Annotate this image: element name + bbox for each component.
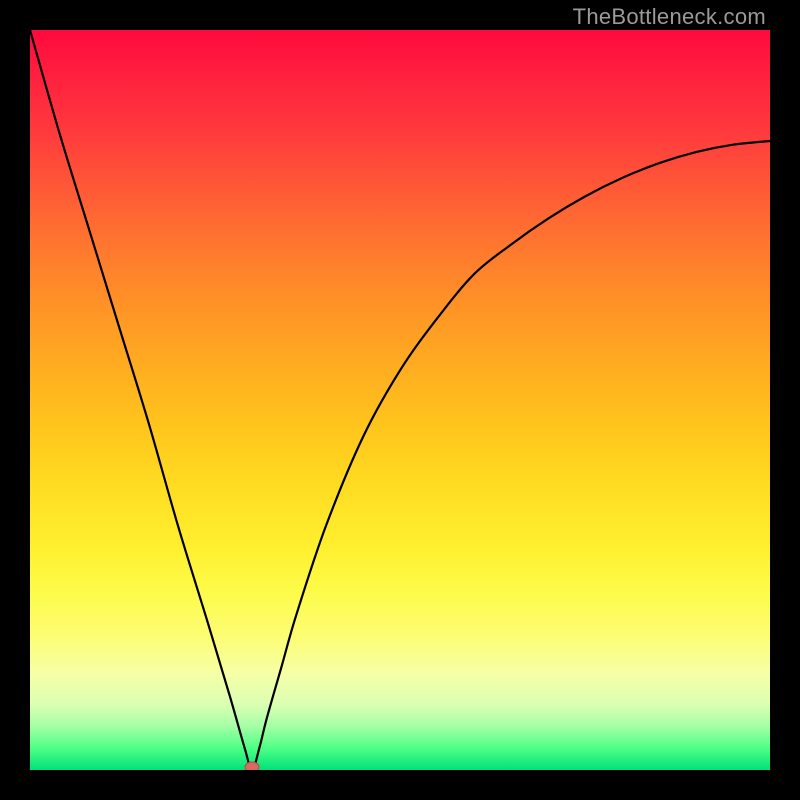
bottleneck-curve (30, 30, 770, 770)
watermark-text: TheBottleneck.com (573, 4, 766, 30)
plot-area (30, 30, 770, 770)
chart-frame: TheBottleneck.com (0, 0, 800, 800)
minimum-marker (245, 762, 259, 770)
